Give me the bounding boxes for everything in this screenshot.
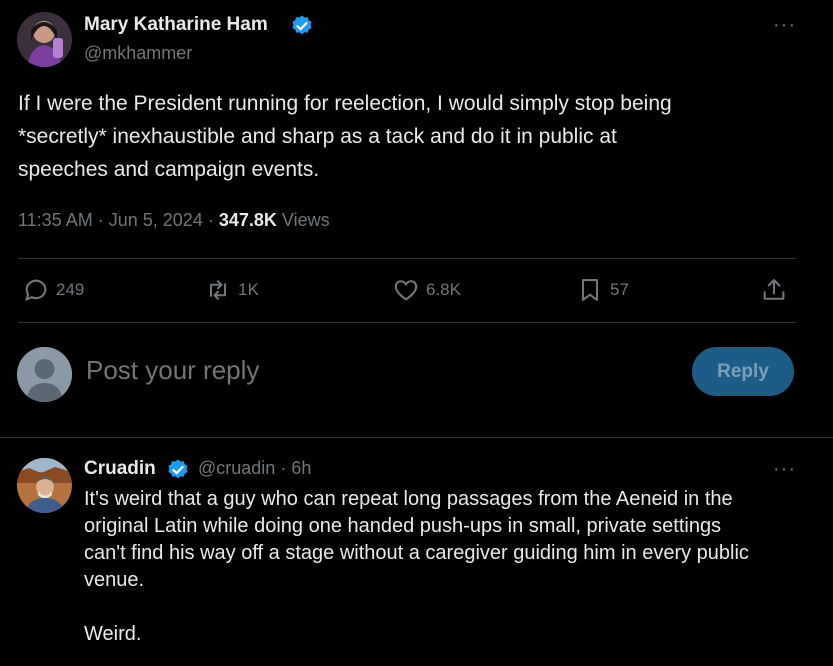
reply-text-blank — [84, 594, 824, 621]
reply-text-line: It's weird that a guy who can repeat lon… — [84, 488, 733, 510]
repost-action-button[interactable]: 1K — [204, 276, 259, 304]
reply-text-line: venue. — [84, 569, 145, 591]
bookmark-icon — [581, 279, 599, 301]
views-label: Views — [281, 210, 330, 230]
share-icon — [763, 279, 785, 300]
reply-count: 249 — [56, 280, 85, 299]
like-count: 6.8K — [426, 280, 461, 299]
verified-badge-icon — [166, 458, 190, 482]
reply-button[interactable]: Reply — [692, 347, 794, 396]
tweet-text-line: speeches and campaign events. — [18, 158, 320, 181]
author-avatar[interactable] — [17, 12, 72, 67]
meta-separator: · — [280, 458, 287, 478]
like-action-button[interactable]: 6.8K — [392, 276, 461, 304]
reply-author-meta: @cruadin · 6h — [198, 458, 311, 479]
views-count: 347.8K — [218, 210, 277, 230]
reply-input[interactable]: Post your reply — [86, 355, 259, 386]
repost-count: 1K — [238, 280, 259, 299]
share-action-button[interactable] — [760, 276, 788, 304]
reply-author-handle[interactable]: @cruadin — [198, 458, 275, 478]
heart-icon — [394, 280, 418, 301]
bookmark-count: 57 — [610, 280, 629, 299]
reply-text: It's weird that a guy who can repeat lon… — [84, 486, 824, 648]
more-options-icon[interactable]: ··· — [773, 15, 796, 35]
author-name[interactable]: Mary Katharine Ham — [84, 14, 268, 36]
author-handle[interactable]: @mkhammer — [84, 43, 192, 64]
reply-time[interactable]: 6h — [291, 458, 311, 478]
user-avatar[interactable] — [17, 347, 72, 402]
tweet-date[interactable]: Jun 5, 2024 — [109, 210, 203, 230]
meta-separator: · — [207, 210, 214, 230]
reply-action-button[interactable]: 249 — [22, 276, 84, 304]
repost-icon — [209, 280, 227, 300]
reply-author-avatar[interactable] — [17, 458, 72, 513]
reply-text-line: original Latin while doing one handed pu… — [84, 515, 722, 537]
reply-text-line: can't find his way off a stage without a… — [84, 542, 749, 564]
tweet-meta: 11:35 AM · Jun 5, 2024 · 347.8K Views — [18, 210, 330, 231]
reply-author-name[interactable]: Cruadin — [84, 458, 156, 480]
tweet-text-line: *secretly* inexhaustible and sharp as a … — [18, 125, 617, 148]
tweet-text-line: If I were the President running for reel… — [18, 92, 672, 115]
divider — [0, 437, 833, 438]
divider — [18, 322, 796, 323]
divider — [18, 258, 796, 259]
reply-more-options-icon[interactable]: ··· — [773, 459, 796, 479]
verified-badge-icon — [290, 14, 314, 38]
bookmark-action-button[interactable]: 57 — [576, 276, 629, 304]
tweet-text: If I were the President running for reel… — [18, 87, 818, 186]
reply-icon — [25, 279, 47, 302]
tweet-time[interactable]: 11:35 AM — [18, 210, 93, 230]
reply-text-line: Weird. — [84, 623, 142, 645]
meta-separator: · — [97, 210, 104, 230]
